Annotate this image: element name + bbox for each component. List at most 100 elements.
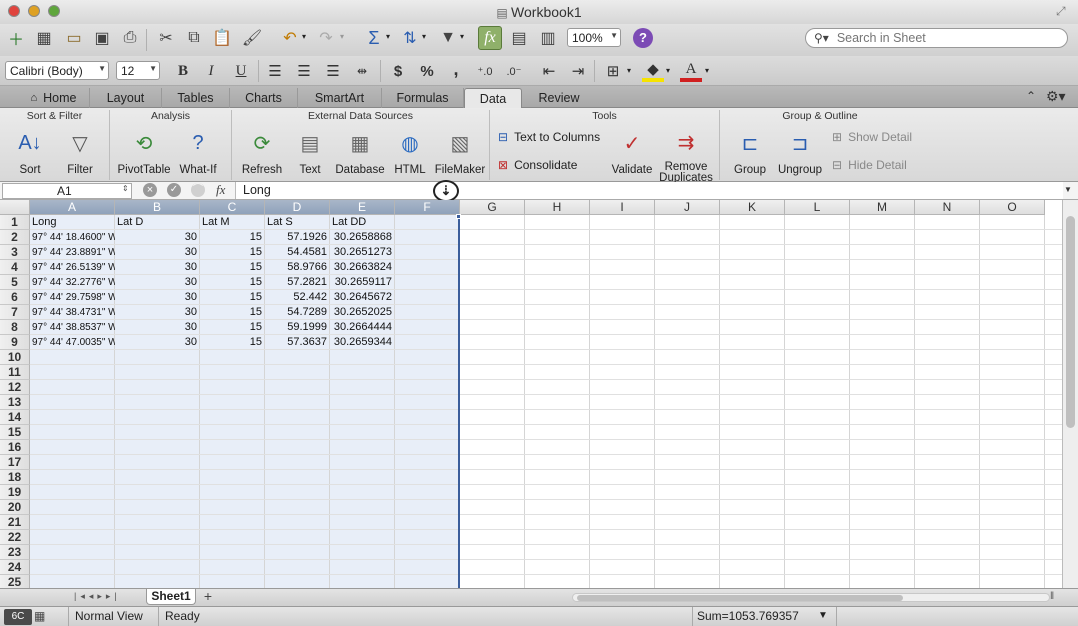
table-cell[interactable]: 58.9766 xyxy=(265,260,330,275)
table-cell[interactable]: 97° 44' 26.5139" W xyxy=(30,260,115,275)
table-cell[interactable]: 97° 44' 29.7598" W xyxy=(30,290,115,305)
row-header[interactable]: 19 xyxy=(0,485,30,500)
table-cell[interactable]: 30 xyxy=(115,335,200,350)
column-header-e[interactable]: E xyxy=(330,200,395,215)
gear-icon[interactable]: ⚙▾ xyxy=(1046,88,1066,105)
show-detail-button[interactable]: ⊞ Show Detail xyxy=(832,130,912,144)
row-header[interactable]: 25 xyxy=(0,575,30,588)
row-header[interactable]: 18 xyxy=(0,470,30,485)
sort-dropdown-icon[interactable]: ▾ xyxy=(422,32,426,41)
column-header-l[interactable]: L xyxy=(785,200,850,215)
pivottable-button[interactable]: ⟲ PivotTable xyxy=(114,126,174,177)
header-cell[interactable]: Lat S xyxy=(265,215,330,230)
table-cell[interactable]: 97° 44' 32.2776" W xyxy=(30,275,115,290)
table-cell[interactable]: 30.2659117 xyxy=(330,275,395,290)
add-sheet-button[interactable]: + xyxy=(199,589,217,605)
row-header[interactable]: 16 xyxy=(0,440,30,455)
fill-color-icon[interactable]: ◆ xyxy=(642,60,664,82)
split-handle-icon[interactable]: ‖ xyxy=(1050,591,1054,602)
row-header[interactable]: 12 xyxy=(0,380,30,395)
table-cell[interactable]: 15 xyxy=(200,305,265,320)
vertical-scrollbar[interactable] xyxy=(1062,200,1078,588)
tab-home[interactable]: ⌂ Home xyxy=(18,88,90,108)
fill-handle[interactable] xyxy=(456,214,461,219)
column-header-o[interactable]: O xyxy=(980,200,1045,215)
table-cell[interactable]: 30.2658868 xyxy=(330,230,395,245)
expand-formula-bar-icon[interactable]: ▼ xyxy=(1064,185,1072,194)
align-right-icon[interactable]: ☰ xyxy=(322,60,344,82)
tab-layout[interactable]: Layout xyxy=(90,88,162,108)
header-cell[interactable]: Lat M xyxy=(200,215,265,230)
table-cell[interactable]: 15 xyxy=(200,260,265,275)
horizontal-scrollbar[interactable] xyxy=(572,593,1050,602)
name-box[interactable]: A1 xyxy=(2,183,132,199)
view-switcher[interactable]: 6C ▦ xyxy=(4,609,62,625)
header-cell[interactable]: Lat D xyxy=(115,215,200,230)
table-cell[interactable]: 54.7289 xyxy=(265,305,330,320)
collapse-ribbon-icon[interactable]: ⌃ xyxy=(1026,89,1036,103)
table-cell[interactable]: 30.2663824 xyxy=(330,260,395,275)
vertical-scroll-thumb[interactable] xyxy=(1066,216,1075,428)
row-header[interactable]: 22 xyxy=(0,530,30,545)
sheet-tab-sheet1[interactable]: Sheet1 xyxy=(146,589,196,605)
currency-button[interactable]: $ xyxy=(387,60,409,82)
table-cell[interactable]: 30.2651273 xyxy=(330,245,395,260)
row-header[interactable]: 9 xyxy=(0,335,30,350)
font-color-dropdown-icon[interactable]: ▾ xyxy=(705,66,709,75)
format-painter-icon[interactable]: 🖌 xyxy=(240,26,264,50)
merge-cells-icon[interactable]: ⇹ xyxy=(351,60,373,82)
paste-icon[interactable]: 📋 xyxy=(210,26,234,50)
table-cell[interactable]: 97° 44' 47.0035" W xyxy=(30,335,115,350)
table-cell[interactable]: 97° 44' 18.4600" W xyxy=(30,230,115,245)
decrease-decimal-icon[interactable]: .0⁻ xyxy=(503,60,525,82)
table-cell[interactable]: 57.2821 xyxy=(265,275,330,290)
validate-button[interactable]: ✓ Validate xyxy=(602,126,662,177)
row-header[interactable]: 17 xyxy=(0,455,30,470)
cut-icon[interactable]: ✂ xyxy=(154,26,178,50)
name-box-stepper-icon[interactable]: ⇕ xyxy=(122,184,129,193)
font-size-select[interactable]: 12 ▼ xyxy=(116,61,160,80)
table-cell[interactable]: 54.4581 xyxy=(265,245,330,260)
row-header[interactable]: 4 xyxy=(0,260,30,275)
align-center-icon[interactable]: ☰ xyxy=(293,60,315,82)
row-header[interactable]: 24 xyxy=(0,560,30,575)
table-cell[interactable]: 15 xyxy=(200,335,265,350)
table-cell[interactable]: 30.2645672 xyxy=(330,290,395,305)
column-header-b[interactable]: B xyxy=(115,200,200,215)
table-cell[interactable]: 30 xyxy=(115,260,200,275)
insert-function-icon[interactable]: ⌒ xyxy=(191,183,205,197)
table-cell[interactable]: 30.2652025 xyxy=(330,305,395,320)
row-header[interactable]: 6 xyxy=(0,290,30,305)
bold-button[interactable]: B xyxy=(172,60,194,82)
percent-button[interactable]: % xyxy=(416,60,438,82)
table-cell[interactable]: 30 xyxy=(115,275,200,290)
table-cell[interactable]: 59.1999 xyxy=(265,320,330,335)
chevron-down-icon[interactable]: ▼ xyxy=(818,610,828,621)
row-header[interactable]: 13 xyxy=(0,395,30,410)
sort-icon[interactable]: ⇅ xyxy=(398,26,422,50)
column-header-h[interactable]: H xyxy=(525,200,590,215)
italic-button[interactable]: I xyxy=(200,60,222,82)
tab-charts[interactable]: Charts xyxy=(230,88,298,108)
undo-dropdown-icon[interactable]: ▾ xyxy=(302,32,306,41)
borders-icon[interactable]: ⊞ xyxy=(602,60,624,82)
table-cell[interactable]: 30 xyxy=(115,305,200,320)
search-sheet-box[interactable]: ⚲▾ xyxy=(805,28,1068,48)
select-all-corner[interactable] xyxy=(0,200,30,215)
font-color-icon[interactable]: A xyxy=(680,60,702,82)
table-cell[interactable]: 15 xyxy=(200,320,265,335)
row-header[interactable]: 21 xyxy=(0,515,30,530)
redo-icon[interactable]: ↷ xyxy=(314,26,338,50)
filter-dropdown-icon[interactable]: ▾ xyxy=(460,32,464,41)
horizontal-scroll-thumb[interactable] xyxy=(577,595,903,601)
confirm-entry-icon[interactable]: ✓ xyxy=(167,183,181,197)
increase-indent-icon[interactable]: ⇥ xyxy=(567,60,589,82)
row-header[interactable]: 1 xyxy=(0,215,30,230)
search-input[interactable] xyxy=(836,31,1047,45)
column-header-c[interactable]: C xyxy=(200,200,265,215)
row-header[interactable]: 14 xyxy=(0,410,30,425)
comma-style-button[interactable]: , xyxy=(445,58,467,80)
text-to-columns-button[interactable]: ⊟ Text to Columns xyxy=(498,130,600,144)
tab-review[interactable]: Review xyxy=(522,88,596,108)
sheet-navigation-icon[interactable]: |◂◂▸▸| xyxy=(74,591,121,602)
